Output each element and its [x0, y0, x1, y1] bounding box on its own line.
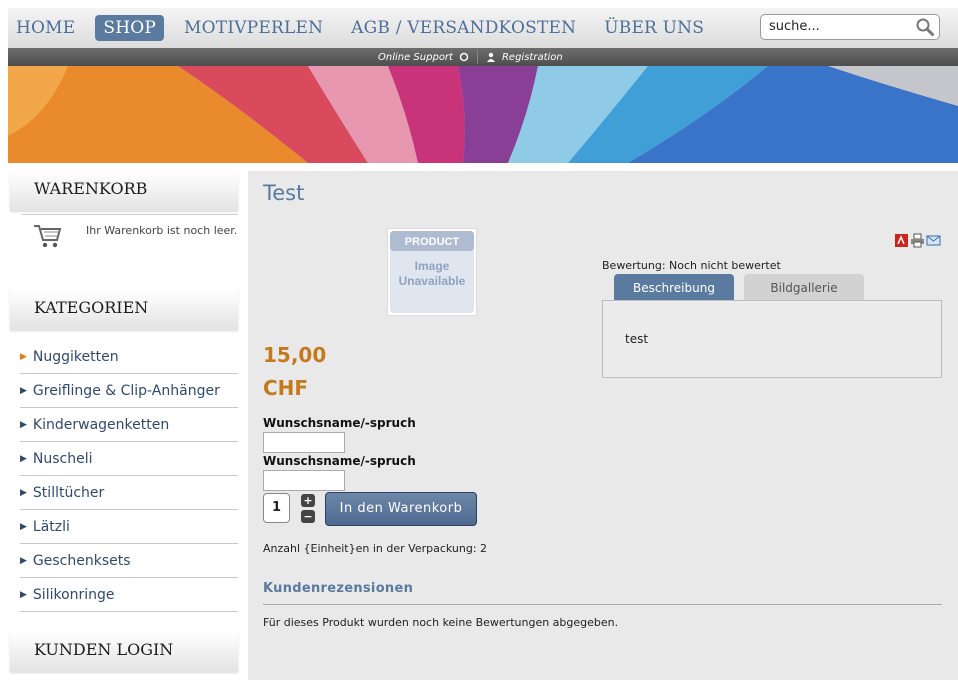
categories-heading: KATEGORIEN: [10, 290, 238, 330]
tab-bildgallerie[interactable]: Bildgallerie: [744, 274, 864, 300]
minus-icon[interactable]: −: [301, 510, 315, 523]
cart-heading: WARENKORB: [10, 171, 238, 211]
support-bar: Online Support Registration: [8, 48, 958, 66]
user-icon: [486, 52, 495, 62]
search-input[interactable]: [769, 19, 909, 34]
product-panel: Test PRODUCT Image Unavailable 15,00 CHF…: [248, 171, 958, 680]
product-tools: [894, 233, 941, 248]
wunschname-input-2[interactable]: [263, 470, 345, 491]
category-nuggiketten[interactable]: ▶ Nuggiketten: [20, 340, 238, 374]
rating-text: Bewertung: Noch nicht bewertet: [602, 259, 781, 272]
nav-agb-versandkosten[interactable]: AGB / VERSANDKOSTEN: [343, 15, 584, 41]
header-banner: [8, 66, 958, 163]
nav-shop[interactable]: SHOP: [95, 15, 165, 41]
svg-text:Unavailable: Unavailable: [399, 274, 466, 288]
search-box: [760, 14, 940, 40]
packaging-info: Anzahl {Einheit}en in der Verpackung: 2: [263, 542, 488, 555]
print-icon[interactable]: [910, 233, 925, 248]
nav-ueber-uns[interactable]: ÜBER UNS: [596, 15, 712, 41]
online-support-link[interactable]: Online Support: [378, 52, 453, 63]
sidebar: WARENKORB Ihr Warenkorb ist noch leer. K…: [10, 171, 238, 672]
wunschname-label-1: Wunschsname/-spruch: [263, 416, 416, 430]
category-kinderwagenketten[interactable]: ▶ Kinderwagenketten: [20, 408, 238, 442]
nav-motivperlen[interactable]: MOTIVPERLEN: [176, 15, 331, 41]
pdf-icon[interactable]: [894, 233, 909, 248]
image-unavailable-placeholder: PRODUCT Image Unavailable: [390, 231, 474, 313]
wunschname-input-1[interactable]: [263, 432, 345, 453]
category-laetzli[interactable]: ▶ Lätzli: [20, 510, 238, 544]
category-silikonringe[interactable]: ▶ Silikonringe: [20, 578, 238, 612]
add-to-cart-button[interactable]: In den Warenkorb: [325, 492, 477, 526]
price-currency: CHF: [263, 376, 309, 400]
cart-icon: [34, 225, 62, 248]
wunschname-label-2: Wunschsname/-spruch: [263, 454, 416, 468]
category-list: ▶ Nuggiketten ▶ Greiflinge & Clip-Anhänger…: [20, 340, 238, 612]
reviews-empty-text: Für dieses Produkt wurden noch keine Bew…: [263, 616, 619, 629]
reviews-heading: Kundenrezensionen: [263, 581, 414, 596]
product-image[interactable]: PRODUCT Image Unavailable: [387, 228, 477, 316]
search-icon[interactable]: [915, 17, 935, 37]
login-heading[interactable]: KUNDEN LOGIN: [10, 632, 238, 672]
category-stilltuecher[interactable]: ▶ Stilltücher: [20, 476, 238, 510]
email-icon[interactable]: [926, 233, 941, 248]
category-greiflinge[interactable]: ▶ Greiflinge & Clip-Anhänger: [20, 374, 238, 408]
support-icon: [459, 52, 469, 62]
cart-empty-text: Ihr Warenkorb ist noch leer.: [86, 224, 238, 237]
registration-link[interactable]: Registration: [502, 52, 563, 63]
tab-panel-description: test: [602, 300, 942, 378]
tab-beschreibung[interactable]: Beschreibung: [614, 274, 734, 300]
category-geschenksets[interactable]: ▶ Geschenksets: [20, 544, 238, 578]
quantity-input[interactable]: 1: [263, 493, 290, 523]
svg-text:PRODUCT: PRODUCT: [405, 236, 460, 248]
svg-text:Image: Image: [415, 259, 450, 273]
category-nuscheli[interactable]: ▶ Nuscheli: [20, 442, 238, 476]
main-nav: HOME SHOP MOTIVPERLEN AGB / VERSANDKOSTE…: [8, 14, 724, 42]
nav-home[interactable]: HOME: [8, 15, 83, 41]
product-price: 15,00 CHF: [263, 339, 326, 405]
product-title: Test: [263, 181, 305, 205]
product-description: test: [625, 332, 649, 346]
reviews-divider: [263, 604, 942, 605]
cart-box: Ihr Warenkorb ist noch leer.: [22, 214, 238, 285]
price-amount: 15,00: [263, 343, 327, 367]
plus-icon[interactable]: +: [301, 494, 315, 507]
